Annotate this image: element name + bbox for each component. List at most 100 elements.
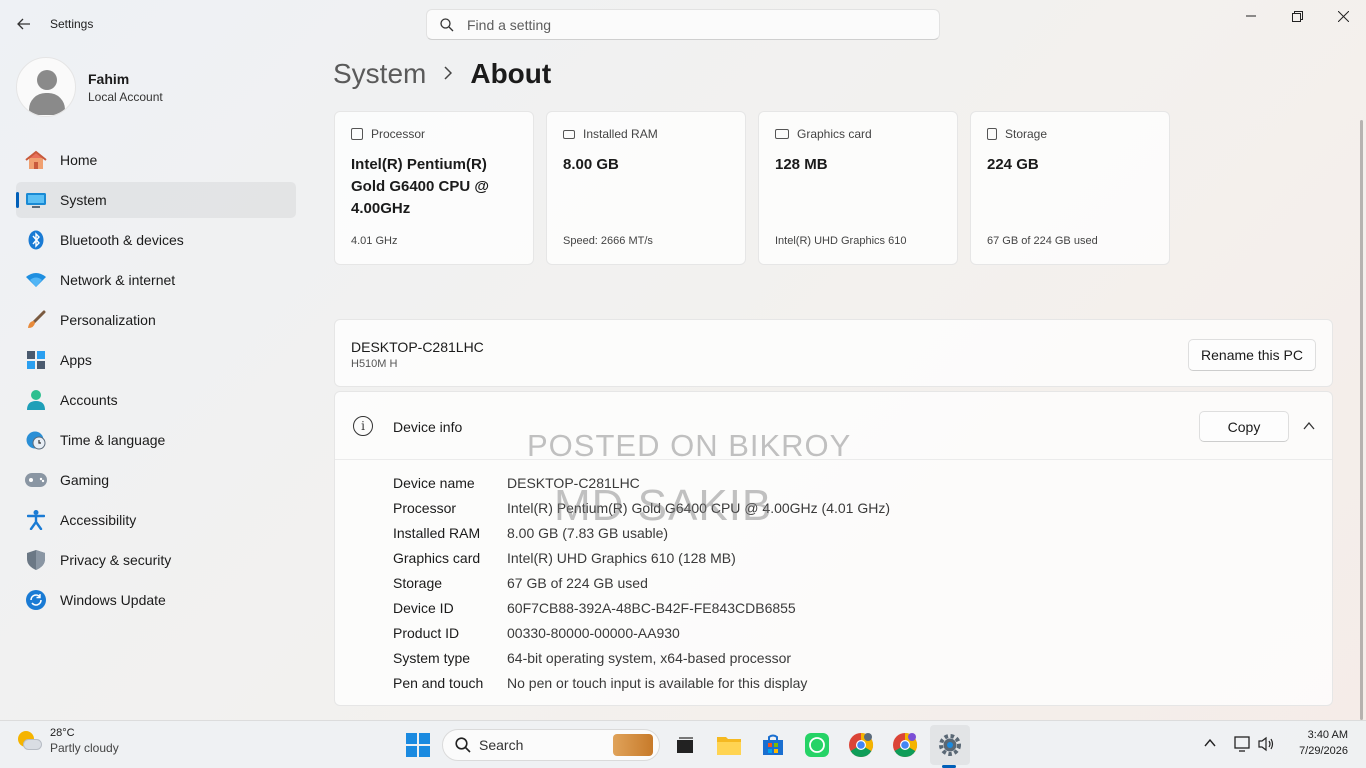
info-value: 60F7CB88-392A-48BC-B42F-FE843CDB6855 [507, 599, 796, 616]
volume-icon[interactable] [1258, 736, 1274, 755]
sidebar-item-label: Personalization [60, 312, 156, 328]
taskbar-search[interactable]: Search [442, 729, 660, 761]
rename-pc-button[interactable]: Rename this PC [1188, 339, 1316, 371]
sidebar-item-label: Time & language [60, 432, 166, 448]
chevron-up-icon[interactable] [1204, 735, 1216, 750]
spec-sub: 67 GB of 224 GB used [987, 235, 1098, 247]
sidebar-item-label: Home [60, 152, 98, 168]
pc-model: H510M H [351, 358, 398, 370]
info-row: System type 64-bit operating system, x64-… [393, 645, 890, 670]
info-icon: i [353, 416, 373, 436]
whatsapp-icon[interactable] [803, 731, 831, 759]
page-title: About [470, 58, 552, 89]
sidebar-item-accounts[interactable]: Accounts [16, 382, 296, 418]
restore-icon[interactable] [1274, 0, 1320, 32]
search-input[interactable] [467, 16, 907, 33]
sidebar-item-privacy[interactable]: Privacy & security [16, 542, 296, 578]
network-monitor-icon[interactable] [1234, 736, 1252, 755]
chevron-right-icon [444, 64, 453, 85]
system-clock[interactable]: 3:40 AM 7/29/2026 [1284, 729, 1348, 757]
apps-icon [25, 349, 47, 371]
weather-condition: Partly cloudy [50, 741, 119, 755]
sidebar-item-system[interactable]: System [16, 182, 296, 218]
sidebar-item-home[interactable]: Home [16, 142, 296, 178]
title-bar: Settings [0, 0, 1366, 48]
avatar [16, 57, 76, 117]
sidebar-item-label: Apps [60, 352, 92, 368]
weather-widget[interactable]: 28°C Partly cloudy [16, 727, 119, 755]
chrome-profile-icon[interactable] [847, 731, 875, 759]
watermark-line-2: MD SAKIB [554, 481, 773, 530]
microsoft-store-icon[interactable] [759, 731, 787, 759]
info-value: 67 GB of 224 GB used [507, 574, 648, 591]
sidebar-item-time-language[interactable]: Time & language [16, 422, 296, 458]
wifi-icon [25, 269, 47, 291]
file-explorer-icon[interactable] [715, 731, 743, 759]
chrome-icon[interactable] [891, 731, 919, 759]
close-icon[interactable] [1320, 0, 1366, 32]
spec-value: 128 MB [775, 156, 828, 173]
spec-card-graphics: Graphics card 128 MB Intel(R) UHD Graphi… [758, 111, 958, 265]
device-info-title: Device info [393, 419, 463, 435]
clock-date: 7/29/2026 [1299, 745, 1348, 757]
spec-value: Intel(R) Pentium(R) Gold G6400 CPU @ 4.0… [351, 156, 489, 217]
sidebar-item-bluetooth[interactable]: Bluetooth & devices [16, 222, 296, 258]
search-icon [427, 17, 467, 32]
sidebar-item-network[interactable]: Network & internet [16, 262, 296, 298]
shield-icon [25, 549, 47, 571]
spec-card-processor: Processor Intel(R) Pentium(R) Gold G6400… [334, 111, 534, 265]
minimize-icon[interactable] [1228, 0, 1274, 32]
info-row: Graphics card Intel(R) UHD Graphics 610 (… [393, 545, 890, 570]
pc-name: DESKTOP-C281LHC [351, 339, 484, 355]
info-value: 64-bit operating system, x64-based proce… [507, 649, 792, 666]
scrollbar[interactable] [1360, 120, 1363, 720]
info-row: Pen and touch No pen or touch input is av… [393, 670, 890, 695]
taskbar: 28°C Partly cloudy Search 3:40 AM 7/29/2… [0, 720, 1366, 768]
graphics-card-icon [775, 129, 789, 139]
chevron-up-icon[interactable] [1299, 416, 1319, 436]
processor-icon [351, 128, 363, 140]
task-view-icon[interactable] [671, 731, 699, 759]
breadcrumb-parent[interactable]: System [333, 58, 426, 90]
user-profile[interactable]: Fahim Local Account [16, 57, 163, 117]
accounts-icon [25, 389, 47, 411]
sidebar-item-label: Network & internet [60, 272, 176, 288]
sidebar-item-apps[interactable]: Apps [16, 342, 296, 378]
sidebar-item-label: Privacy & security [60, 552, 172, 568]
spec-sub: Intel(R) UHD Graphics 610 [775, 235, 907, 247]
settings-search[interactable] [426, 9, 940, 40]
start-icon[interactable] [404, 731, 432, 759]
sidebar-item-windows-update[interactable]: Windows Update [16, 582, 296, 618]
spec-label: Graphics card [797, 127, 872, 141]
sidebar-nav: Home System Bluetooth & devices Network … [16, 142, 296, 622]
profile-account-type: Local Account [88, 89, 163, 104]
accessibility-icon [25, 509, 47, 531]
profile-name: Fahim [88, 70, 130, 87]
spec-label: Processor [371, 127, 426, 141]
info-row: Device ID 60F7CB88-392A-48BC-B42F-FE843CD… [393, 595, 890, 620]
temperature: 28°C [50, 727, 75, 739]
info-key: Processor [393, 499, 457, 516]
info-key: Product ID [393, 624, 460, 641]
info-key: Device ID [393, 599, 454, 616]
info-value: Intel(R) UHD Graphics 610 (128 MB) [507, 549, 736, 566]
settings-gear-icon[interactable] [936, 731, 964, 759]
breadcrumb: System About [333, 58, 551, 90]
info-key: System type [393, 649, 471, 666]
ram-icon [563, 129, 575, 139]
info-value: No pen or touch input is available for t… [507, 674, 808, 691]
update-icon [25, 589, 47, 611]
sidebar-item-personalization[interactable]: Personalization [16, 302, 296, 338]
gamepad-icon [25, 469, 47, 491]
info-value: 00330-80000-00000-AA930 [507, 624, 680, 641]
sidebar-item-accessibility[interactable]: Accessibility [16, 502, 296, 538]
back-arrow-icon[interactable] [10, 10, 38, 38]
sidebar-item-gaming[interactable]: Gaming [16, 462, 296, 498]
search-icon [455, 737, 471, 753]
sidebar-item-label: Accessibility [60, 512, 137, 528]
spec-value: 8.00 GB [563, 156, 619, 173]
clock-time: 3:40 AM [1307, 729, 1348, 741]
app-title: Settings [50, 17, 94, 31]
copy-button[interactable]: Copy [1199, 411, 1289, 442]
storage-icon [987, 128, 997, 140]
